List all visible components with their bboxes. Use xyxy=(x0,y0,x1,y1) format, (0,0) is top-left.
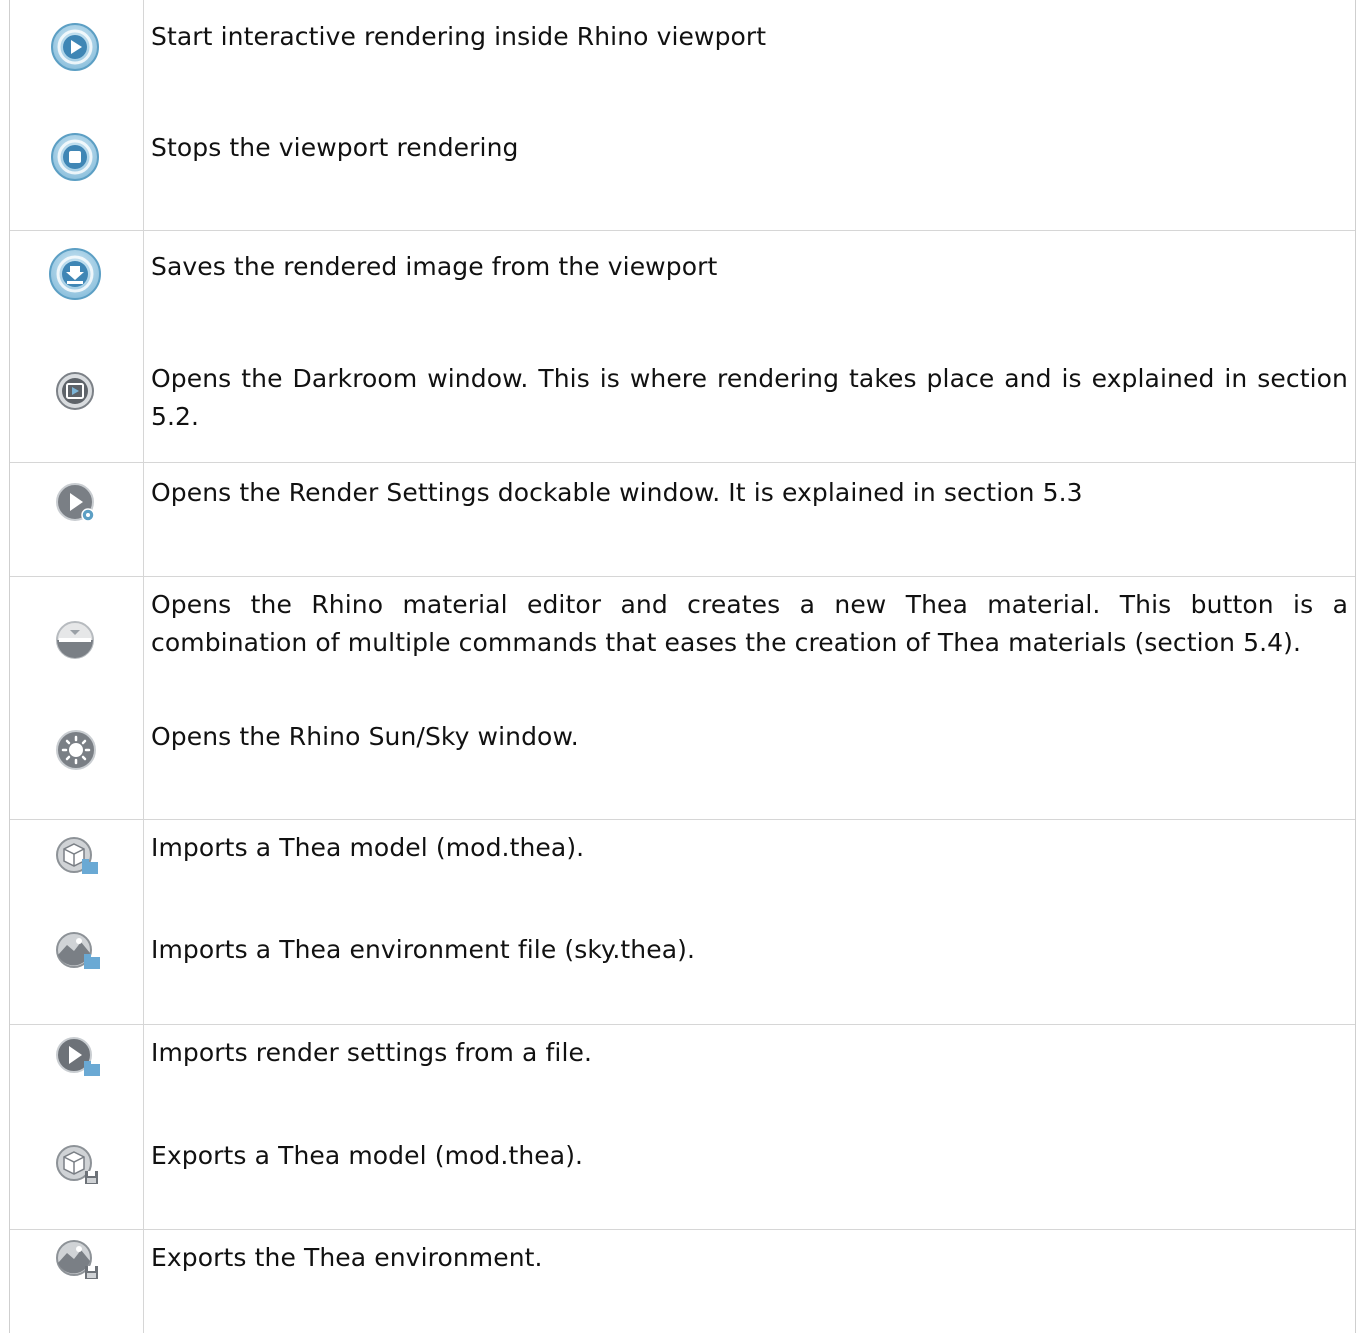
table-row: Imports render settings from a file. xyxy=(10,1024,1355,1127)
table-row: Opens the Darkroom window. This is where… xyxy=(10,346,1355,462)
export-environment-icon[interactable] xyxy=(55,1239,101,1281)
export-model-icon[interactable] xyxy=(55,1144,101,1186)
row-description: Stops the viewport rendering xyxy=(151,133,519,162)
table-row: Start interactive rendering inside Rhino… xyxy=(10,0,1355,111)
table-row: Opens the Rhino material editor and crea… xyxy=(10,576,1355,701)
row-description: Exports the Thea environment. xyxy=(151,1243,543,1272)
table-row: Stops the viewport rendering xyxy=(10,111,1355,230)
table-row: Exports a Thea model (mod.thea). xyxy=(10,1127,1355,1229)
table-row: Opens the Render Settings dockable windo… xyxy=(10,462,1355,576)
darkroom-icon[interactable] xyxy=(55,371,95,411)
sun-sky-icon[interactable] xyxy=(55,729,97,771)
commands-table: Start interactive rendering inside Rhino… xyxy=(9,0,1356,1333)
table-row: Opens the Rhino Sun/Sky window. xyxy=(10,701,1355,819)
import-render-settings-icon[interactable] xyxy=(55,1036,101,1078)
row-description: Start interactive rendering inside Rhino… xyxy=(151,22,767,51)
import-model-icon[interactable] xyxy=(55,836,99,876)
table-row: Imports a Thea environment file (sky.the… xyxy=(10,921,1355,1024)
row-description: Imports render settings from a file. xyxy=(151,1038,593,1067)
table-row: Imports a Thea model (mod.thea). xyxy=(10,819,1355,921)
row-description: Opens the Darkroom window. This is where… xyxy=(151,364,1348,431)
row-description: Imports a Thea environment file (sky.the… xyxy=(151,935,696,964)
stop-render-icon[interactable] xyxy=(50,132,100,182)
table-row: Exports the Thea environment. xyxy=(10,1229,1355,1333)
save-render-icon[interactable] xyxy=(48,247,102,301)
table-row: Saves the rendered image from the viewpo… xyxy=(10,230,1355,346)
import-environment-icon[interactable] xyxy=(55,931,101,971)
row-description: Exports a Thea model (mod.thea). xyxy=(151,1141,584,1170)
row-description: Opens the Render Settings dockable windo… xyxy=(151,478,1083,507)
row-description: Saves the rendered image from the viewpo… xyxy=(151,252,718,281)
row-description: Opens the Rhino Sun/Sky window. xyxy=(151,722,579,751)
row-description: Opens the Rhino material editor and crea… xyxy=(151,590,1348,657)
row-description: Imports a Thea model (mod.thea). xyxy=(151,833,585,862)
render-settings-icon[interactable] xyxy=(55,482,97,524)
start-interactive-render-icon[interactable] xyxy=(50,22,100,72)
material-editor-icon[interactable] xyxy=(55,620,95,660)
